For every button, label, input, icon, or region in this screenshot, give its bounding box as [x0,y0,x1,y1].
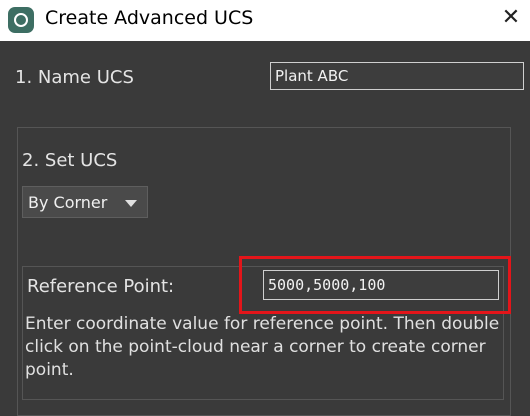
reference-help-text: Enter coordinate value for reference poi… [25,314,500,380]
highlight-annotation [239,256,511,314]
window-title: Create Advanced UCS [45,7,254,29]
ucs-method-dropdown[interactable]: By Corner [22,186,148,218]
ucs-name-input[interactable] [270,62,524,90]
chevron-down-icon [125,200,137,207]
ucs-method-value: By Corner [28,193,108,212]
app-icon [8,7,34,33]
close-icon[interactable]: ✕ [496,3,526,33]
name-ucs-label: 1. Name UCS [15,67,134,88]
set-ucs-label: 2. Set UCS [22,150,118,171]
reference-point-label: Reference Point: [27,276,175,297]
title-bar: Create Advanced UCS ✕ [0,0,530,41]
